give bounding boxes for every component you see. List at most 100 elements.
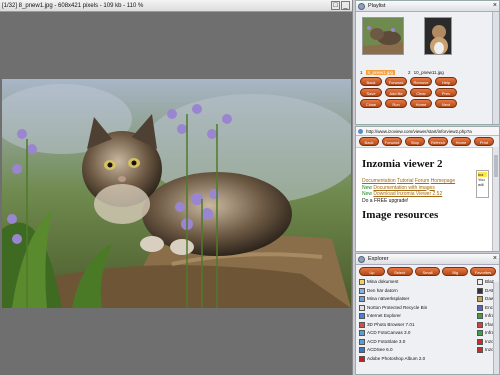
thumb-labels: 1 8_pnew1.jpg 2 10_pnew11.jpg [356,68,499,76]
list-item[interactable]: Inzom [477,346,494,355]
list-item[interactable]: Irfan [477,321,494,330]
explorer-buttons: Up Select Small Big Favorites [356,265,499,278]
network-icon [359,296,365,303]
link-documentation[interactable]: Documentation [362,178,396,184]
explorer-scrollbar[interactable] [493,282,499,374]
recycle-bin-icon [359,304,365,311]
close-icon[interactable]: × [493,255,497,263]
app-icon [359,355,365,362]
next-button[interactable]: Next [435,99,457,108]
list-item[interactable]: Blaze [477,278,494,287]
app-icon [477,338,483,345]
computer-icon [359,287,365,294]
remove-button[interactable]: Remove [410,77,432,86]
nav-back-button[interactable]: Back [359,137,379,146]
list-item[interactable]: Dawn [477,295,494,304]
page-subheading: Image resources [362,209,439,221]
app-icon [359,347,365,354]
small-button[interactable]: Small [414,267,441,276]
run-button[interactable]: Run [385,99,407,108]
minimize-button[interactable]: _ [341,1,350,10]
list-item-label: Den här datorn [367,287,398,293]
image-viewer-window: [1/32] 8_pnew1.jpg - 608x421 pixels - 10… [0,0,353,375]
link-documentation-images[interactable]: Documentation with images [373,185,434,191]
address-url: http://www.izoview.com/viewer/start/info… [366,129,472,134]
app-icon [477,279,483,286]
select-button[interactable]: Select [386,267,413,276]
list-item-label: Mina dokument [367,279,399,284]
list-item[interactable]: Infra [477,312,494,321]
new-label-1: New [362,184,373,191]
playlist-thumb-2[interactable] [424,17,452,55]
prev-button[interactable]: Prev [435,88,457,97]
forward-button[interactable]: Forward [385,77,407,86]
pin-icon[interactable] [358,256,365,263]
close-icon[interactable]: × [493,2,497,10]
app-icon [477,330,483,337]
app-icon [477,321,483,328]
upgrade-text: Do a FREE upgrade! [362,197,409,204]
app-icon [477,313,483,320]
thumb-kitten-1 [363,18,403,54]
list-item-label: Internet Explorer [367,313,401,318]
kitten-photo [2,79,351,308]
playlist-thumb-1[interactable] [362,17,404,55]
explorer-column-2: Blaze DAEM Dawn Encyc Infra Irfan InfraV… [477,278,494,355]
maximize-button[interactable]: □ [331,1,340,10]
clear-button[interactable]: Clear [410,88,432,97]
side-box-line-3: will [478,182,484,187]
side-box: Inz You will [476,170,489,198]
up-button[interactable]: Up [359,267,385,276]
list-item-label: ACD FotoCanvas 3.0 [367,330,411,335]
favorites-button[interactable]: Favorites [470,267,496,276]
list-item[interactable]: Encyc [477,304,494,313]
page-scrollbar[interactable] [492,147,499,251]
thumb-name-1[interactable]: 8_pnew1.jpg [365,69,396,75]
list-item[interactable]: DAEM [477,287,494,296]
list-item[interactable]: Inzom [477,338,494,347]
help-button[interactable]: Help [435,77,457,86]
app-icon [477,347,483,354]
big-button[interactable]: Big [442,267,469,276]
playlist-thumbnails [356,12,499,68]
address-bar[interactable]: http://www.izoview.com/viewer/start/info… [356,127,499,136]
explorer-panel: Explorer × Up Select Small Big Favorites… [355,253,500,375]
browser-nav-buttons: Back Forward Stop Refresh Home Print [356,136,499,148]
link-forum[interactable]: Forum [415,178,429,184]
nav-refresh-button[interactable]: Refresh [428,137,448,146]
back-button[interactable]: Back [360,77,382,86]
list-item-label: Norton Protected Recycle Bin [367,304,428,310]
thumb-name-2[interactable]: 10_pnew11.jpg [414,70,444,75]
nav-print-button[interactable]: Print [474,137,494,146]
app-icon [359,321,365,328]
list-item-label: ACD FotoSlate 3.0 [367,338,406,344]
pin-icon[interactable] [358,3,365,10]
playlist-scrollbar[interactable] [492,12,499,124]
globe-icon [358,129,363,134]
home-button[interactable]: Home [410,99,432,108]
internet-explorer-icon [359,313,365,320]
page-scroll-thumb[interactable] [494,155,498,177]
playlist-buttons-row-3: Close Run Home Next [356,98,499,109]
add-file-button[interactable]: Add file [385,88,407,97]
app-icon [477,304,483,311]
link-tutorial[interactable]: Tutorial [397,178,414,184]
playlist-buttons-row-1: Back Forward Remove Help [356,76,499,87]
list-item[interactable]: InfraV [477,329,494,338]
displayed-image[interactable] [2,79,351,308]
list-item-label: Mina nätverksplatser [367,296,410,301]
app-icon [359,338,365,345]
save-button[interactable]: Save [360,88,382,97]
close-button[interactable]: Close [360,99,382,108]
list-item[interactable]: Adobe Photoshop Album 2.0 [359,355,499,364]
link-download[interactable]: Download Inzomia Viewer 2.52 [373,191,442,197]
browser-panel: http://www.izoview.com/viewer/start/info… [355,126,500,252]
thumb-index-1: 1 [360,69,363,75]
nav-home-button[interactable]: Home [451,137,471,146]
viewer-title: [1/32] 8_pnew1.jpg - 608x421 pixels - 10… [2,2,144,9]
nav-stop-button[interactable]: Stop [405,137,425,146]
nav-forward-button[interactable]: Forward [382,137,402,146]
link-homepage[interactable]: Homepage [431,178,455,184]
thumb-index-2: 2 [408,69,411,75]
playlist-buttons-row-2: Save Add file Clear Prev [356,87,499,98]
